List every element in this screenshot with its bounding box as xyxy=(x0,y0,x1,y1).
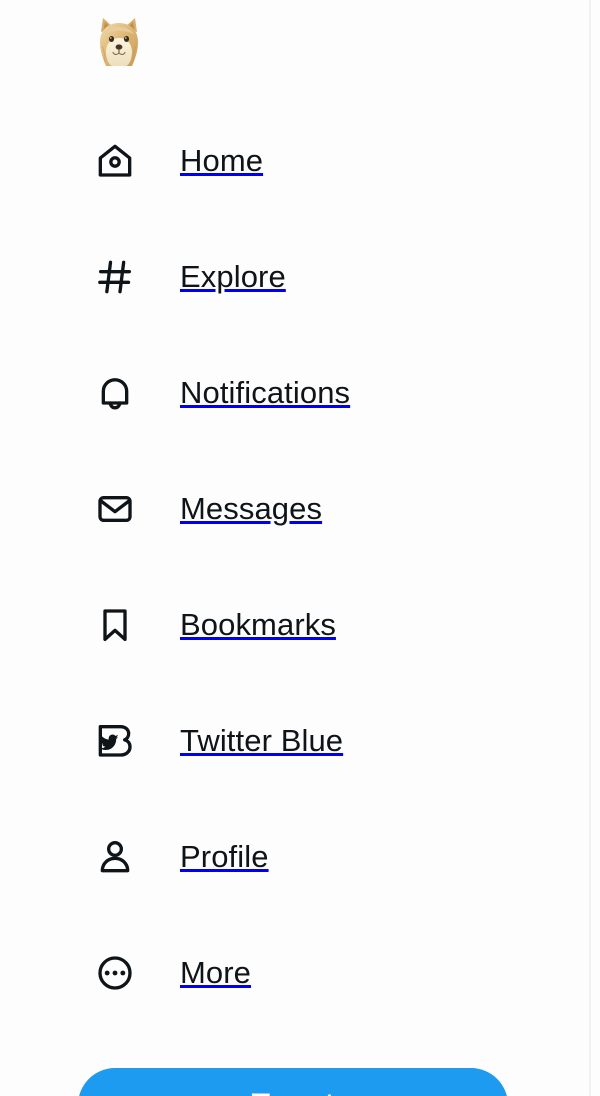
hashtag-icon xyxy=(86,248,144,306)
person-icon xyxy=(86,828,144,886)
sidebar-item-bookmarks[interactable]: Bookmarks xyxy=(0,596,589,712)
sidebar-item-label: Explore xyxy=(180,259,286,294)
sidebar-item-explore[interactable]: Explore xyxy=(0,248,589,364)
sidebar-item-more[interactable]: More xyxy=(0,944,589,1060)
sidebar-item-label: Bookmarks xyxy=(180,607,336,642)
bell-icon xyxy=(86,364,144,422)
doge-logo-link[interactable] xyxy=(88,12,150,74)
sidebar-item-home[interactable]: Home xyxy=(0,132,589,248)
bookmark-icon xyxy=(86,596,144,654)
sidebar-item-label: Home xyxy=(180,143,264,178)
sidebar-item-twitter-blue[interactable]: Twitter Blue xyxy=(0,712,589,828)
sidebar-item-label: Profile xyxy=(180,839,269,874)
tweet-compose-button[interactable]: Tweet xyxy=(78,1068,508,1096)
sidebar-item-messages[interactable]: Messages xyxy=(0,480,589,596)
home-icon xyxy=(86,132,144,190)
sidebar-item-label: More xyxy=(180,955,252,990)
sidebar-item-label: Twitter Blue xyxy=(180,723,344,758)
primary-nav: Home Explore Notifications Messages Book… xyxy=(0,132,589,1060)
sidebar-item-profile[interactable]: Profile xyxy=(0,828,589,944)
more-circle-icon xyxy=(86,944,144,1002)
sidebar-item-notifications[interactable]: Notifications xyxy=(0,364,589,480)
envelope-icon xyxy=(86,480,144,538)
sidebar-item-label: Messages xyxy=(180,491,323,526)
sidebar-item-label: Notifications xyxy=(180,375,351,410)
doge-logo xyxy=(100,18,138,66)
sidebar-navigation: Home Explore Notifications Messages Book… xyxy=(0,0,591,1096)
twitter-blue-icon xyxy=(86,712,144,770)
